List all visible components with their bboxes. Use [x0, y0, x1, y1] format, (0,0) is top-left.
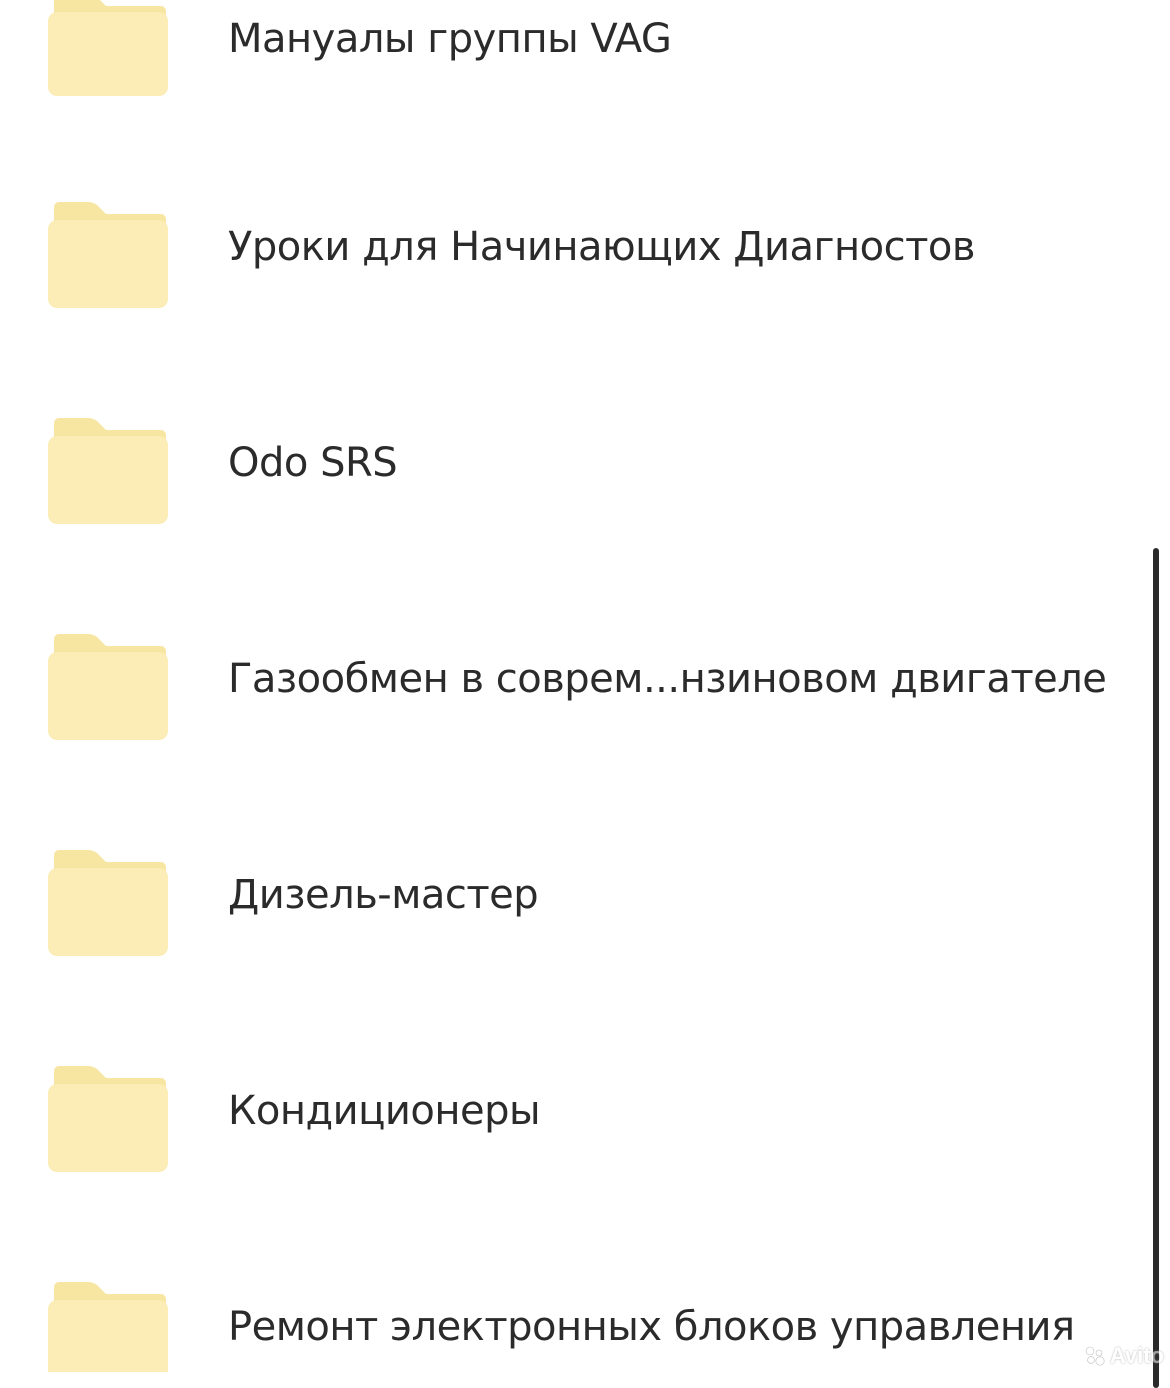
folder-item-ecu-repair[interactable]: Ремонт электронных блоков управления	[0, 1280, 1150, 1372]
folder-icon	[48, 1064, 168, 1174]
folder-icon	[48, 416, 168, 526]
folder-list: Мануалы группы VAG Уроки для Начинающих …	[0, 0, 1170, 1372]
folder-name: Мануалы группы VAG	[228, 16, 672, 62]
folder-icon	[48, 1280, 168, 1372]
folder-item-beginner-lessons[interactable]: Уроки для Начинающих Диагностов	[0, 200, 1150, 320]
folder-item-diesel-master[interactable]: Дизель-мастер	[0, 848, 1150, 968]
folder-name: Ремонт электронных блоков управления	[228, 1304, 1075, 1350]
folder-name: Уроки для Начинающих Диагностов	[228, 224, 975, 270]
folder-item-manuals-vag[interactable]: Мануалы группы VAG	[0, 0, 1150, 112]
folder-item-odo-srs[interactable]: Odo SRS	[0, 416, 1150, 536]
folder-icon	[48, 200, 168, 310]
folder-item-air-conditioners[interactable]: Кондиционеры	[0, 1064, 1150, 1184]
folder-name: Odo SRS	[228, 440, 398, 486]
scrollbar[interactable]	[1153, 548, 1159, 1388]
avito-watermark: Avito	[1084, 1342, 1164, 1370]
folder-icon	[48, 632, 168, 742]
avito-logo-icon	[1084, 1345, 1106, 1367]
folder-name: Кондиционеры	[228, 1088, 541, 1134]
folder-name: Газообмен в соврем...нзиновом двигателе	[228, 656, 1107, 702]
folder-name: Дизель-мастер	[228, 872, 539, 918]
watermark-text: Avito	[1109, 1343, 1164, 1368]
folder-item-gas-exchange[interactable]: Газообмен в соврем...нзиновом двигателе	[0, 632, 1150, 752]
folder-icon	[48, 0, 168, 102]
folder-icon	[48, 848, 168, 958]
